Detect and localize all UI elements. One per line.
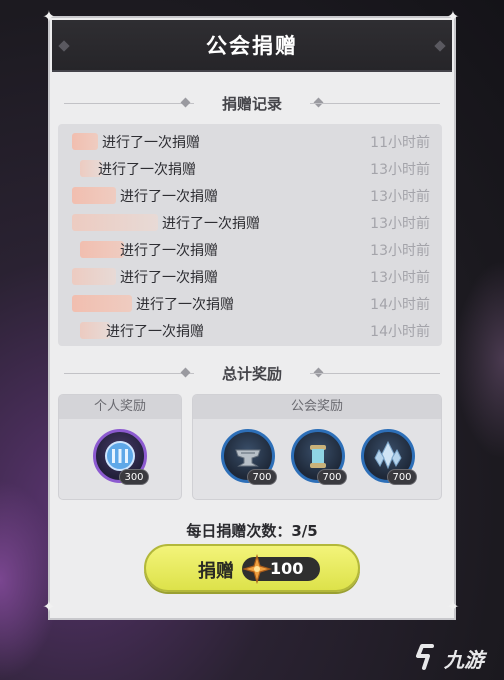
redacted-player-name bbox=[72, 214, 158, 231]
record-action: 进行了一次捐赠 bbox=[136, 297, 234, 313]
reward-count: 300 bbox=[119, 469, 149, 485]
reward-count: 700 bbox=[317, 469, 347, 485]
record-action: 进行了一次捐赠 bbox=[120, 243, 218, 259]
site-watermark: 九游 bbox=[410, 640, 500, 674]
record-time: 13小时前 bbox=[370, 243, 430, 259]
records-section-title: 捐赠记录 bbox=[64, 92, 440, 114]
redacted-player-name bbox=[72, 295, 132, 312]
redacted-player-name bbox=[72, 133, 98, 150]
record-time: 13小时前 bbox=[370, 189, 430, 205]
record-row: 进行了一次捐赠 13小时前 bbox=[58, 263, 442, 290]
panel-header: 公会捐赠 bbox=[52, 20, 452, 72]
reward-item[interactable]: 300 bbox=[93, 429, 149, 485]
record-row: 进行了一次捐赠 13小时前 bbox=[58, 182, 442, 209]
page-title: 公会捐赠 bbox=[206, 34, 298, 58]
record-time: 11小时前 bbox=[370, 135, 430, 151]
personal-reward-box: 个人奖励 300 bbox=[58, 394, 182, 500]
reward-item[interactable]: 700 bbox=[221, 429, 277, 485]
reward-item[interactable]: 700 bbox=[291, 429, 347, 485]
record-row: 进行了一次捐赠 11小时前 bbox=[58, 128, 442, 155]
donation-records-list[interactable]: 进行了一次捐赠 11小时前 进行了一次捐赠 13小时前 进行了一次捐赠 13小时前 进行了一… bbox=[58, 124, 442, 346]
record-row: 进行了一次捐赠 14小时前 bbox=[58, 317, 442, 344]
background-glow-right bbox=[454, 260, 504, 460]
rewards-section-title: 总计奖励 bbox=[64, 362, 440, 384]
record-action: 进行了一次捐赠 bbox=[162, 216, 260, 232]
watermark-text: 九游 bbox=[444, 648, 484, 672]
star-gem-icon bbox=[242, 554, 272, 584]
guild-reward-title: 公会奖励 bbox=[193, 395, 441, 419]
record-action: 进行了一次捐赠 bbox=[102, 135, 200, 151]
guild-reward-box: 公会奖励 700 700 700 bbox=[192, 394, 442, 500]
record-row: 进行了一次捐赠 14小时前 bbox=[58, 290, 442, 317]
record-row: 进行了一次捐赠 13小时前 bbox=[58, 209, 442, 236]
corner-star-icon: ✦ bbox=[42, 7, 56, 26]
personal-reward-title: 个人奖励 bbox=[59, 395, 181, 419]
divider-line bbox=[310, 103, 440, 104]
record-time: 13小时前 bbox=[370, 270, 430, 286]
corner-star-icon: ✦ bbox=[446, 597, 460, 616]
record-action: 进行了一次捐赠 bbox=[106, 324, 204, 340]
record-row: 进行了一次捐赠 13小时前 bbox=[58, 155, 442, 182]
daily-donation-count: 每日捐赠次数：3/5 bbox=[186, 522, 318, 540]
donate-button-label: 捐赠 bbox=[198, 561, 234, 582]
reward-count: 700 bbox=[247, 469, 277, 485]
corner-star-icon: ✦ bbox=[446, 7, 460, 26]
record-time: 14小时前 bbox=[370, 297, 430, 313]
record-action: 进行了一次捐赠 bbox=[120, 189, 218, 205]
record-row: 进行了一次捐赠 13小时前 bbox=[58, 236, 442, 263]
record-action: 进行了一次捐赠 bbox=[120, 270, 218, 286]
watermark-logo-icon bbox=[416, 644, 434, 670]
donate-button[interactable]: 捐赠 100 bbox=[144, 544, 360, 592]
record-time: 13小时前 bbox=[370, 162, 430, 178]
divider-line bbox=[310, 373, 440, 374]
reward-item[interactable]: 700 bbox=[361, 429, 417, 485]
redacted-player-name bbox=[72, 268, 116, 285]
record-action: 进行了一次捐赠 bbox=[98, 162, 196, 178]
record-time: 13小时前 bbox=[370, 216, 430, 232]
record-time: 14小时前 bbox=[370, 324, 430, 340]
redacted-player-name bbox=[72, 187, 116, 204]
corner-star-icon: ✦ bbox=[42, 597, 56, 616]
reward-count: 700 bbox=[387, 469, 417, 485]
redacted-player-name bbox=[80, 241, 124, 258]
donate-cost-value: 100 bbox=[270, 559, 304, 578]
